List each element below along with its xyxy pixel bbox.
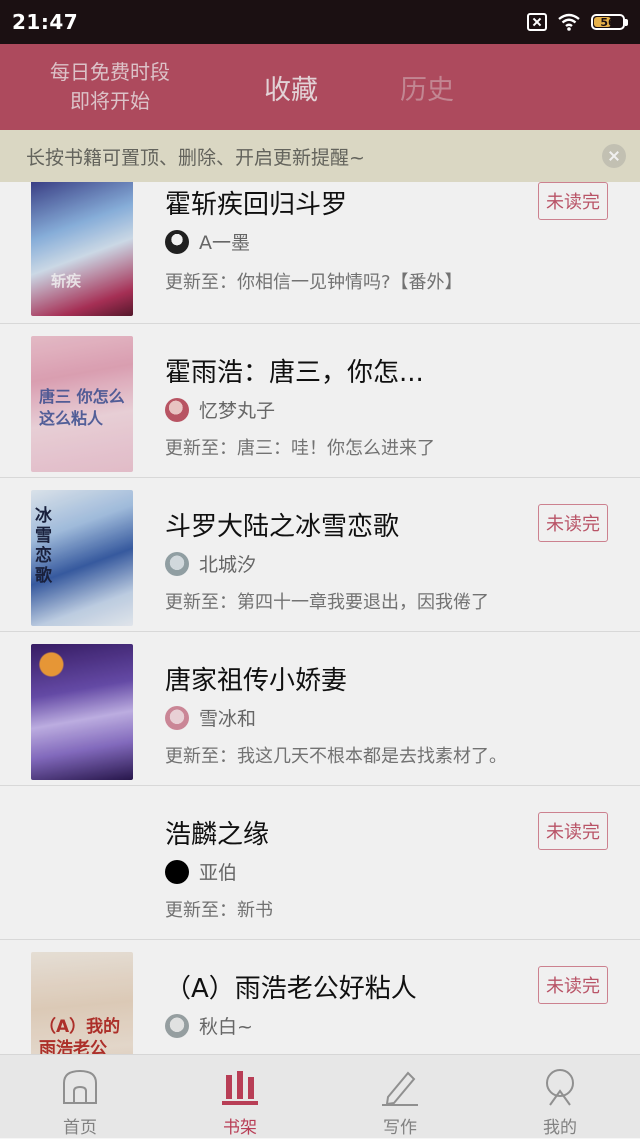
author-row[interactable]: 秋白~ [165, 1012, 253, 1039]
author-name: A一墨 [199, 232, 250, 254]
tab-favorites[interactable]: 收藏 [226, 68, 356, 107]
book-row[interactable]: 唐家祖传小娇妻 雪冰和 更新至：我这几天不根本都是去找素材了。 [0, 632, 640, 786]
pen-icon [382, 1071, 418, 1106]
update-line: 更新至：第四十一章我要退出，因我倦了 [165, 592, 489, 613]
author-avatar [165, 705, 189, 730]
cover-text: 斩疾 [51, 272, 82, 290]
unread-badge: 未读完 [538, 966, 608, 1004]
author-row[interactable]: A一墨 [165, 228, 250, 255]
status-icons: 56 [527, 12, 628, 32]
book-title[interactable]: 浩麟之缘 [165, 814, 269, 851]
cover-text: 冰雪恋歌 [35, 506, 52, 586]
profile-icon [546, 1069, 574, 1106]
book-row[interactable]: （A）我的 雨浩老公 （A）雨浩老公好粘人 秋白~ 未读完 [0, 940, 640, 1054]
author-name: 秋白~ [199, 1016, 253, 1038]
tab-history[interactable]: 历史 [362, 68, 492, 107]
book-cover[interactable]: 冰雪恋歌 [31, 490, 133, 626]
free-time-line2: 即将开始 [70, 89, 150, 113]
nav-profile-label: 我的 [543, 1118, 577, 1138]
author-avatar [165, 859, 189, 884]
update-line: 更新至：我这几天不根本都是去找素材了。 [165, 746, 507, 767]
book-title[interactable]: 霍斩疾回归斗罗 [165, 184, 347, 221]
no-sim-icon [527, 13, 547, 31]
author-row[interactable]: 北城汐 [165, 550, 256, 577]
author-avatar [165, 1013, 189, 1038]
update-line: 更新至：唐三：哇！你怎么进来了 [165, 438, 435, 459]
cover-text: （A）我的 雨浩老公 [39, 1017, 121, 1054]
nav-home[interactable]: 首页 [0, 1055, 160, 1139]
author-row[interactable]: 忆梦丸子 [165, 396, 275, 423]
close-icon[interactable] [602, 144, 626, 168]
nav-write[interactable]: 写作 [320, 1055, 480, 1139]
nav-write-label: 写作 [383, 1118, 417, 1138]
nav-bookshelf[interactable]: 书架 [160, 1055, 320, 1139]
book-title[interactable]: 霍雨浩：唐三，你怎... [165, 352, 424, 389]
wifi-icon [558, 13, 580, 31]
unread-badge: 未读完 [538, 182, 608, 220]
notice-text: 长按书籍可置顶、删除、开启更新提醒~ [26, 146, 365, 169]
author-avatar [165, 551, 189, 576]
book-cover[interactable]: （A）我的 雨浩老公 [31, 952, 133, 1054]
book-title[interactable]: 斗罗大陆之冰雪恋歌 [165, 506, 399, 543]
book-row[interactable]: 浩麟之缘 亚伯 更新至：新书 未读完 [0, 786, 640, 940]
book-cover[interactable]: 斩疾 [31, 182, 133, 316]
free-time-banner[interactable]: 每日免费时段 即将开始 [0, 58, 220, 116]
author-row[interactable]: 亚伯 [165, 858, 237, 885]
cover-text: 唐三 你怎么 这么粘人 [39, 387, 125, 428]
status-bar: 21:47 56 [0, 0, 640, 44]
bookshelf-icon [222, 1071, 258, 1105]
book-list: 斩疾 霍斩疾回归斗罗 A一墨 更新至：你相信一见钟情吗?【番外】 未读完 唐三 … [0, 182, 640, 1054]
free-time-line1: 每日免费时段 [50, 60, 170, 84]
author-row[interactable]: 雪冰和 [165, 704, 256, 731]
status-time: 21:47 [12, 10, 79, 34]
battery-level: 56 [600, 15, 616, 29]
nav-profile[interactable]: 我的 [480, 1055, 640, 1139]
top-header: 每日免费时段 即将开始 收藏 历史 [0, 44, 640, 130]
unread-badge: 未读完 [538, 504, 608, 542]
book-title[interactable]: （A）雨浩老公好粘人 [165, 968, 417, 1005]
update-line: 更新至：你相信一见钟情吗?【番外】 [165, 272, 463, 293]
battery-icon: 56 [591, 14, 628, 30]
update-line: 更新至：新书 [165, 900, 273, 921]
notice-bar: 长按书籍可置顶、删除、开启更新提醒~ [0, 130, 640, 182]
author-avatar [165, 397, 189, 422]
book-row[interactable]: 冰雪恋歌 斗罗大陆之冰雪恋歌 北城汐 更新至：第四十一章我要退出，因我倦了 未读… [0, 478, 640, 632]
author-name: 雪冰和 [199, 708, 257, 730]
book-row[interactable]: 唐三 你怎么 这么粘人 霍雨浩：唐三，你怎... 忆梦丸子 更新至：唐三：哇！你… [0, 324, 640, 478]
nav-bookshelf-label: 书架 [223, 1118, 257, 1138]
book-cover[interactable] [31, 644, 133, 780]
author-name: 北城汐 [199, 554, 257, 576]
book-cover[interactable]: 唐三 你怎么 这么粘人 [31, 336, 133, 472]
book-row[interactable]: 斩疾 霍斩疾回归斗罗 A一墨 更新至：你相信一见钟情吗?【番外】 未读完 [0, 182, 640, 324]
book-title[interactable]: 唐家祖传小娇妻 [165, 660, 347, 697]
bottom-nav: 首页 书架 写作 我的 [0, 1054, 640, 1139]
nav-home-label: 首页 [63, 1118, 97, 1138]
author-avatar [165, 229, 189, 254]
unread-badge: 未读完 [538, 812, 608, 850]
author-name: 亚伯 [199, 862, 238, 884]
author-name: 忆梦丸子 [199, 400, 276, 422]
home-icon [63, 1069, 97, 1104]
